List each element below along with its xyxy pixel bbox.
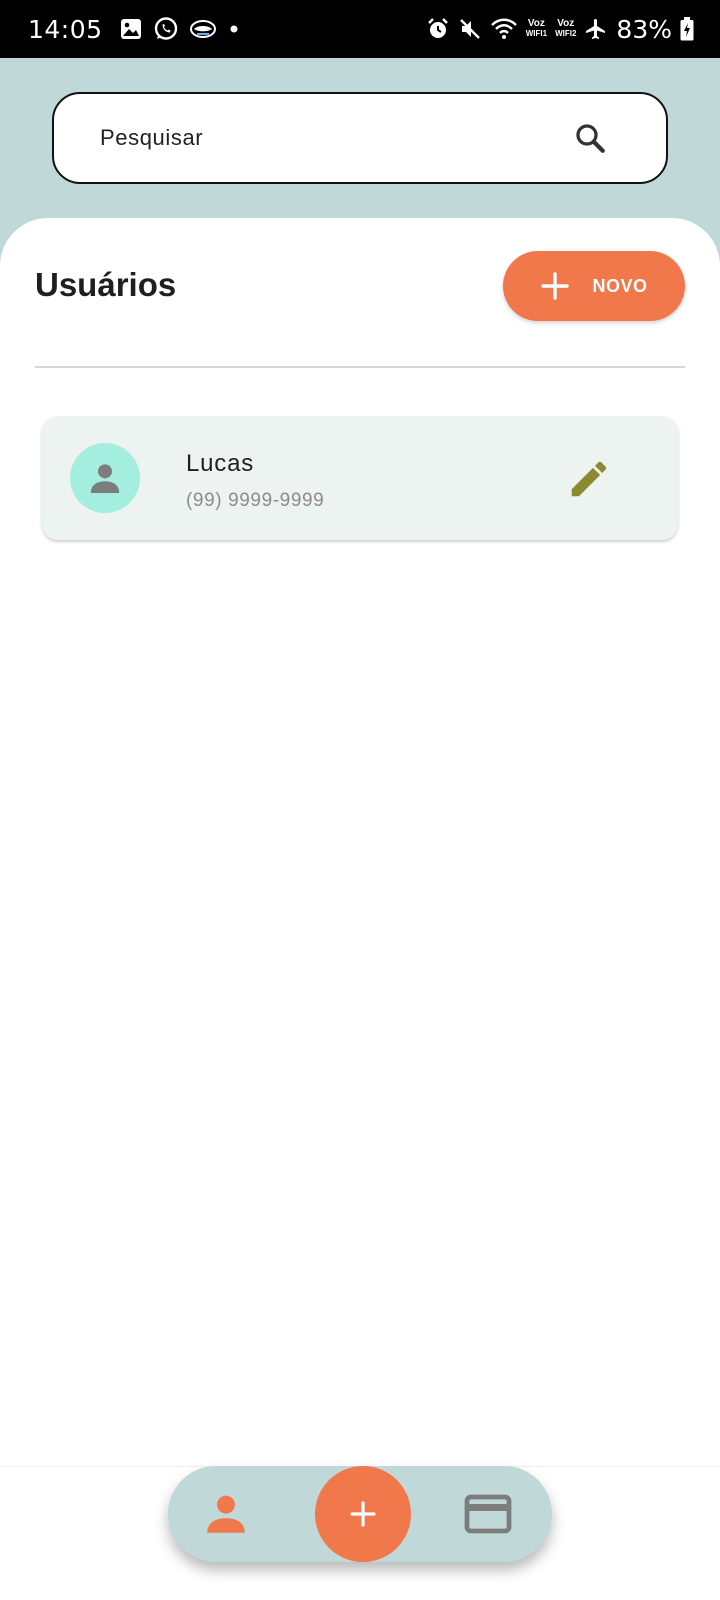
person-icon (85, 458, 125, 498)
voz2-bottom-label: WIFI2 (555, 29, 577, 38)
avatar (70, 443, 140, 513)
nav-cards[interactable] (458, 1486, 518, 1542)
search-bar (52, 92, 668, 184)
wifi-icon (490, 17, 518, 41)
dot-icon (227, 22, 241, 36)
edit-user-button[interactable] (562, 452, 616, 506)
user-name: Lucas (186, 450, 255, 477)
voz2-top-label: Voz (557, 18, 575, 29)
battery-charging-icon (680, 17, 694, 41)
whatsapp-icon (153, 16, 179, 42)
app-notification-icon (189, 18, 217, 40)
status-left: 14:05 (28, 15, 426, 44)
nav-add-button[interactable] (315, 1466, 411, 1562)
divider (35, 366, 685, 368)
plus-icon (348, 1499, 378, 1529)
status-time: 14:05 (28, 14, 103, 44)
person-icon (201, 1489, 251, 1539)
alarm-icon (426, 17, 450, 41)
voz1-top-label: Voz (527, 18, 545, 29)
main-sheet: Usuários NOVO Lucas (99) 9999-9999 (0, 218, 720, 1600)
bottom-nav (168, 1466, 552, 1562)
voz1-bottom-label: WIFI1 (525, 29, 548, 38)
user-phone: (99) 9999-9999 (186, 490, 325, 511)
new-button-label: NOVO (592, 275, 648, 296)
pencil-icon (566, 456, 612, 502)
user-card[interactable]: Lucas (99) 9999-9999 (42, 416, 678, 540)
search-icon[interactable] (572, 120, 608, 156)
battery-percent: 83% (616, 14, 672, 44)
status-right: Voz WIFI1 Voz WIFI2 83% (426, 15, 694, 44)
screen: 14:05 Voz WIFI1 Voz WIFI2 83% Pesquisar … (0, 0, 720, 1600)
plus-icon (540, 271, 570, 301)
mute-icon (458, 17, 482, 41)
page-title: Usuários (35, 266, 177, 303)
airplane-icon (584, 17, 608, 41)
status-bar: 14:05 Voz WIFI1 Voz WIFI2 83% (0, 0, 720, 58)
credit-card-icon (464, 1494, 512, 1534)
gallery-icon (119, 17, 143, 41)
search-input[interactable] (100, 125, 572, 151)
nav-users[interactable] (198, 1486, 254, 1542)
new-user-button[interactable]: NOVO (503, 251, 685, 321)
voz-wifi1-indicator: Voz WIFI1 (526, 19, 547, 39)
voz-wifi2-indicator: Voz WIFI2 (555, 19, 576, 39)
